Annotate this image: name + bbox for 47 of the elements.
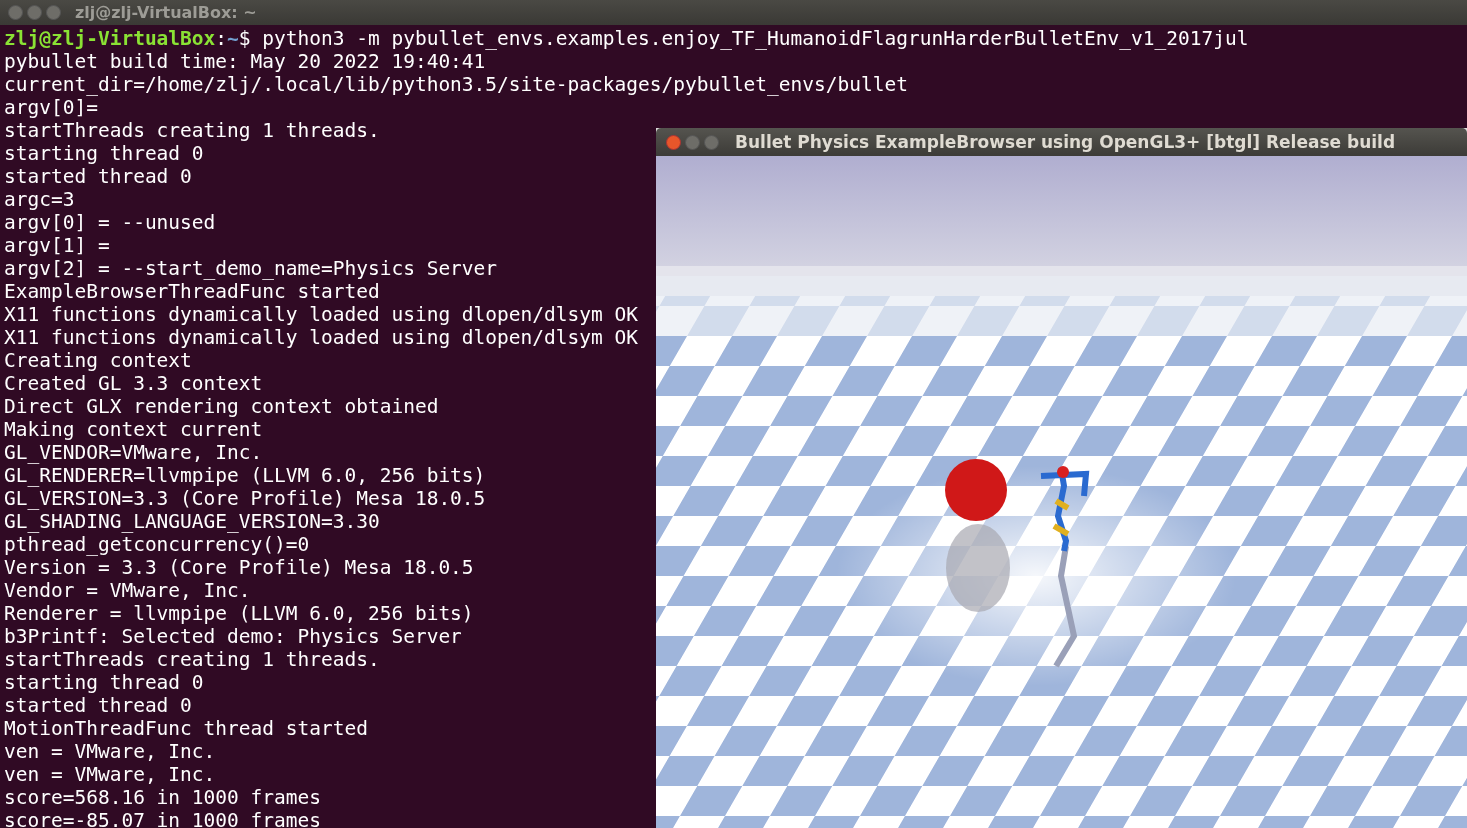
output-line: Making context current — [4, 418, 263, 441]
window-title: Bullet Physics ExampleBrowser using OpenGL3+ [btgl] Release build — [735, 132, 1396, 152]
output-line: ven = VMware, Inc. — [4, 740, 216, 763]
prompt-symbol: $ — [238, 27, 251, 50]
maximize-button[interactable] — [46, 5, 61, 20]
command-text: python3 -m pybullet_envs.examples.enjoy_TF_HumanoidFlagrunHarderBulletEnv_v1_2017jul — [262, 27, 1249, 50]
output-line: started thread 0 — [4, 694, 192, 717]
output-line: Renderer = llvmpipe (LLVM 6.0, 256 bits) — [4, 602, 474, 625]
output-line: ven = VMware, Inc. — [4, 763, 216, 786]
output-line: X11 functions dynamically loaded using dlopen/dlsym OK — [4, 326, 638, 349]
output-line: current_dir=/home/zlj/.local/lib/python3.5/site-packages/pybullet_envs/bullet — [4, 73, 908, 96]
prompt-separator: : — [215, 27, 228, 50]
maximize-button[interactable] — [704, 134, 719, 150]
output-line: pybullet build time: May 20 2022 19:40:41 — [4, 50, 486, 73]
output-line: Direct GLX rendering context obtained — [4, 395, 439, 418]
output-line: X11 functions dynamically loaded using dlopen/dlsym OK — [4, 303, 638, 326]
output-line: Creating context — [4, 349, 192, 372]
output-line: MotionThreadFunc thread started — [4, 717, 368, 740]
output-line: argc=3 — [4, 188, 75, 211]
output-line: Version = 3.3 (Core Profile) Mesa 18.0.5 — [4, 556, 474, 579]
window-title: zlj@zlj-VirtualBox: ~ — [75, 3, 257, 22]
close-button[interactable] — [8, 5, 23, 20]
output-line: Created GL 3.3 context — [4, 372, 263, 395]
output-line: starting thread 0 — [4, 142, 204, 165]
output-line: argv[2] = --start_demo_name=Physics Server — [4, 257, 498, 280]
output-line: score=-85.07 in 1000 frames — [4, 809, 321, 828]
output-line: argv[1] = — [4, 234, 111, 257]
prompt-path: ~ — [227, 27, 239, 50]
output-line: GL_VENDOR=VMware, Inc. — [4, 441, 263, 464]
prompt-user-host: zlj@zlj-VirtualBox — [4, 27, 216, 50]
output-line: argv[0]= — [4, 96, 98, 119]
output-line: startThreads creating 1 threads. — [4, 119, 380, 142]
output-line: Vendor = VMware, Inc. — [4, 579, 251, 602]
output-line: b3Printf: Selected demo: Physics Server — [4, 625, 462, 648]
output-line: argv[0] = --unused — [4, 211, 216, 234]
minimize-button[interactable] — [27, 5, 42, 20]
output-line: started thread 0 — [4, 165, 192, 188]
output-line: GL_SHADING_LANGUAGE_VERSION=3.30 — [4, 510, 380, 533]
output-line: score=568.16 in 1000 frames — [4, 786, 321, 809]
minimize-button[interactable] — [685, 134, 700, 150]
output-line: starting thread 0 — [4, 671, 204, 694]
output-line: GL_VERSION=3.3 (Core Profile) Mesa 18.0.5 — [4, 487, 486, 510]
output-line: pthread_getconcurrency()=0 — [4, 533, 310, 556]
output-line: ExampleBrowserThreadFunc started — [4, 280, 380, 303]
close-button[interactable] — [666, 134, 681, 150]
output-line: startThreads creating 1 threads. — [4, 648, 380, 671]
output-line: GL_RENDERER=llvmpipe (LLVM 6.0, 256 bits) — [4, 464, 486, 487]
